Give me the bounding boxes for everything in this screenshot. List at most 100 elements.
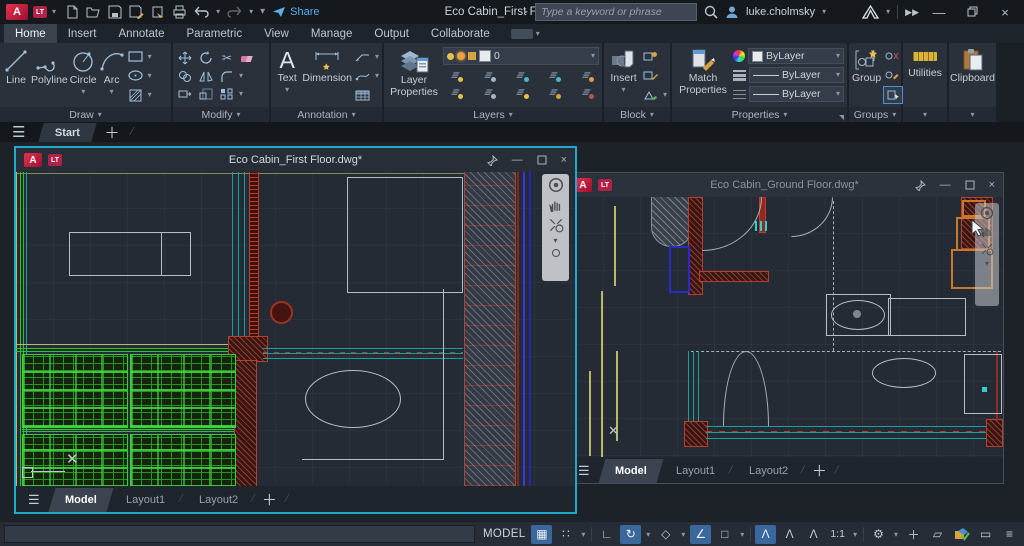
- maximize-window-button[interactable]: [537, 155, 547, 165]
- rectangle-icon[interactable]: [127, 49, 145, 65]
- window1-title-bar[interactable]: A LT Eco Cabin_First Floor.dwg* — ×: [16, 148, 575, 172]
- window2-title-bar[interactable]: A LT Eco Cabin_Ground Floor.dwg* — ×: [566, 173, 1003, 197]
- ellipse-caret-icon[interactable]: ▾: [148, 72, 152, 80]
- trim-icon[interactable]: ✂: [218, 50, 236, 66]
- tab-view[interactable]: View: [253, 24, 300, 43]
- fillet-icon[interactable]: [218, 68, 236, 84]
- layer-lock-icon[interactable]: ≡: [545, 67, 562, 82]
- array-icon[interactable]: [218, 86, 236, 102]
- minimize-window-button[interactable]: —: [940, 179, 951, 191]
- erase-icon[interactable]: [239, 50, 257, 66]
- panel-label-layers[interactable]: Layers▾: [384, 107, 602, 122]
- user-menu-caret-icon[interactable]: ▾: [822, 8, 826, 16]
- scale-icon[interactable]: [197, 86, 215, 102]
- polyline-button[interactable]: Polyline: [31, 45, 68, 107]
- navbar-options-icon[interactable]: [552, 249, 560, 257]
- pan-hand-icon[interactable]: [548, 197, 564, 213]
- workspace-gear-icon[interactable]: ⚙: [868, 525, 889, 544]
- tab-manage[interactable]: Manage: [300, 24, 364, 43]
- auto-scale-icon[interactable]: Λ: [779, 525, 800, 544]
- app-logo-icon[interactable]: A: [6, 4, 28, 20]
- text-button[interactable]: A Text ▾: [274, 45, 300, 107]
- table-icon[interactable]: [354, 87, 372, 103]
- layer-dropdown-caret-icon[interactable]: ▾: [591, 52, 595, 60]
- plot-icon[interactable]: [151, 5, 165, 19]
- share-button[interactable]: Share: [272, 6, 319, 18]
- group-button[interactable]: Group: [852, 45, 881, 107]
- layer-off-icon[interactable]: ≡: [447, 67, 464, 82]
- minimize-window-button[interactable]: —: [512, 154, 523, 166]
- tab-model[interactable]: Model: [598, 459, 663, 483]
- customization-menu-icon[interactable]: ≡: [999, 525, 1020, 544]
- expand-toolbar-icon[interactable]: ▶▶: [905, 7, 919, 18]
- save-as-icon[interactable]: [129, 5, 144, 19]
- rotate-icon[interactable]: [197, 50, 215, 66]
- sun-icon[interactable]: [457, 52, 465, 60]
- clipboard-button[interactable]: Clipboard: [950, 45, 995, 85]
- pin-icon[interactable]: [915, 180, 926, 191]
- leader-caret-icon[interactable]: ▾: [375, 53, 379, 61]
- panel-label-block[interactable]: Block▾: [604, 107, 670, 122]
- redo-caret-icon[interactable]: ▾: [249, 8, 253, 16]
- panel-label-modify[interactable]: Modify▾: [173, 107, 269, 122]
- rectangle-caret-icon[interactable]: ▾: [148, 53, 152, 61]
- user-avatar-icon[interactable]: [725, 5, 739, 19]
- isodraft-caret-icon[interactable]: ▾: [679, 530, 687, 539]
- layer-dropdown[interactable]: 0 ▾: [443, 47, 599, 65]
- ellipse-icon[interactable]: [127, 68, 145, 84]
- bulb-on-icon[interactable]: [447, 53, 454, 60]
- steering-wheel-icon[interactable]: [548, 177, 564, 193]
- layout-menu-icon[interactable]: ☰: [20, 493, 48, 506]
- zoom-extents-icon[interactable]: [980, 242, 994, 256]
- polar-tracking-icon[interactable]: ↻: [620, 525, 641, 544]
- block-attributes-icon[interactable]: [642, 87, 660, 103]
- annotation-visibility-icon[interactable]: Λ: [755, 525, 776, 544]
- annotation-scale-icon[interactable]: Λ: [803, 525, 824, 544]
- new-file-icon[interactable]: [65, 5, 79, 19]
- panel-label-draw[interactable]: Draw▾: [0, 107, 171, 122]
- stretch-icon[interactable]: [176, 86, 194, 102]
- isolate-objects-icon[interactable]: ▱: [927, 525, 948, 544]
- panel-label-properties[interactable]: Properties▾: [672, 107, 847, 122]
- new-drawing-button[interactable]: ＋: [97, 122, 128, 143]
- save-icon[interactable]: [108, 5, 122, 19]
- layer-thaw-icon[interactable]: ≡: [513, 84, 530, 99]
- search-expand-icon[interactable]: ▸: [524, 8, 528, 16]
- tab-model[interactable]: Model: [48, 488, 113, 512]
- clean-screen-icon[interactable]: ▭: [975, 525, 996, 544]
- ungroup-icon[interactable]: [883, 48, 901, 64]
- polar-caret-icon[interactable]: ▾: [644, 530, 652, 539]
- object-snap-tracking-icon[interactable]: ∠: [690, 525, 711, 544]
- drawing-window-first-floor[interactable]: A LT Eco Cabin_First Floor.dwg* — ×: [14, 146, 577, 514]
- tab-layout1[interactable]: Layout1: [110, 488, 182, 512]
- zoom-extents-icon[interactable]: [548, 217, 564, 233]
- tab-layout2[interactable]: Layout2: [732, 459, 804, 483]
- circle-button[interactable]: Circle ▾: [70, 45, 97, 107]
- username[interactable]: luke.cholmsky: [746, 6, 815, 18]
- drawing-canvas-ground-floor[interactable]: ✕ ▾: [566, 197, 1003, 457]
- layer-walk-icon[interactable]: ≡: [578, 84, 595, 99]
- close-app-button[interactable]: ×: [992, 5, 1018, 20]
- create-block-icon[interactable]: [642, 49, 660, 65]
- layer-unlock-icon[interactable]: ≡: [545, 84, 562, 99]
- isodraft-icon[interactable]: ◇: [655, 525, 676, 544]
- tab-layout2[interactable]: Layout2: [182, 488, 254, 512]
- multileader-icon[interactable]: [354, 49, 372, 65]
- undo-icon[interactable]: [194, 6, 209, 18]
- close-window-button[interactable]: ×: [561, 154, 567, 166]
- file-tabs-menu-icon[interactable]: ☰: [4, 125, 33, 140]
- tab-output[interactable]: Output: [363, 24, 420, 43]
- dimension-button[interactable]: Dimension: [302, 45, 352, 107]
- layer-isolate-icon[interactable]: ≡: [480, 67, 497, 82]
- pin-icon[interactable]: [487, 155, 498, 166]
- layer-freeze-icon[interactable]: ≡: [513, 67, 530, 82]
- open-folder-icon[interactable]: [86, 5, 101, 19]
- tab-layout1[interactable]: Layout1: [660, 459, 732, 483]
- match-properties-button[interactable]: Match Properties: [675, 45, 731, 107]
- layer-match-icon[interactable]: ≡: [578, 67, 595, 82]
- hatch-icon[interactable]: [127, 87, 145, 103]
- steering-wheel-icon[interactable]: [980, 206, 994, 220]
- drawing-canvas-first-floor[interactable]: ✕ ▾: [16, 172, 575, 486]
- autodesk-menu-caret-icon[interactable]: ▾: [886, 8, 890, 16]
- unlock-icon[interactable]: [468, 52, 476, 60]
